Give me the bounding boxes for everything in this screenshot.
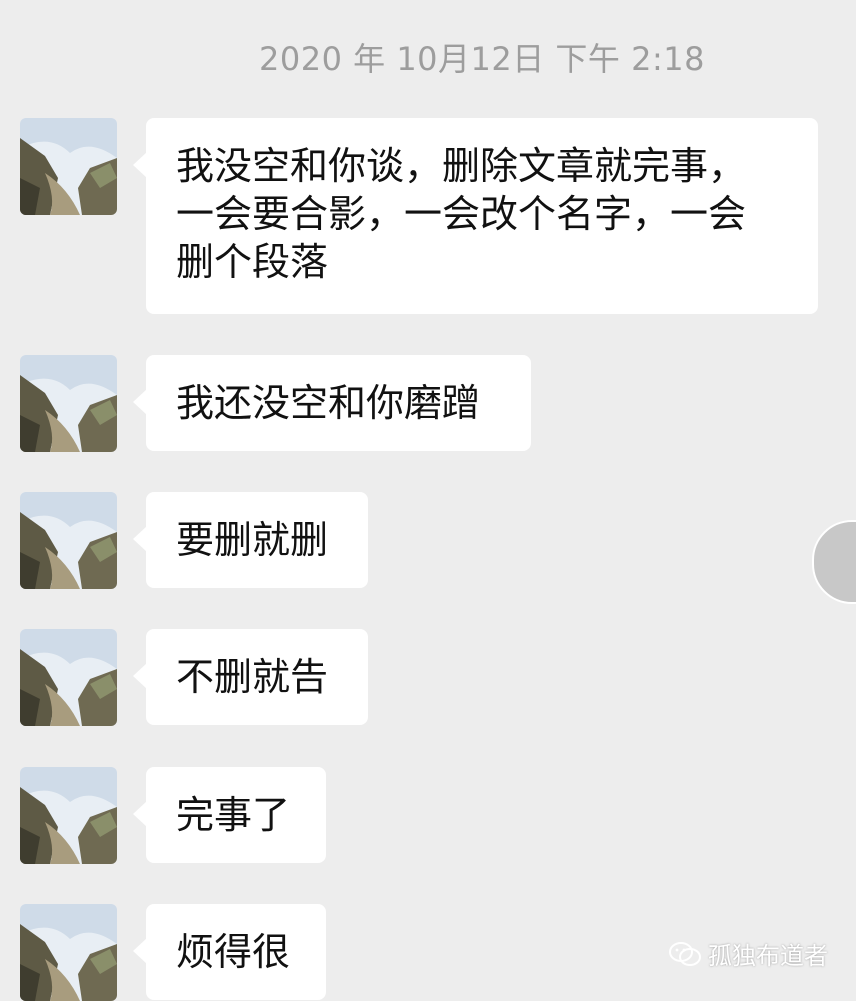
contact-avatar[interactable] (20, 492, 117, 589)
message-text: 我没空和你谈，删除文章就完事， 一会要合影，一会改个名字，一会 删个段落 (176, 144, 747, 284)
contact-avatar[interactable] (20, 355, 117, 452)
scroll-handle[interactable] (812, 520, 856, 604)
message-bubble[interactable]: 完事了 (133, 767, 326, 863)
contact-avatar[interactable] (20, 118, 117, 215)
message-text: 完事了 (176, 793, 291, 837)
wechat-icon (669, 941, 701, 966)
message-bubble[interactable]: 不删就告 (133, 629, 368, 725)
mountain-landscape-icon (20, 904, 117, 1001)
watermark: 孤独布道者 (668, 936, 828, 971)
mountain-landscape-icon (20, 355, 117, 452)
mountain-landscape-icon (20, 492, 117, 589)
message-bubble[interactable]: 烦得很 (133, 904, 326, 1000)
contact-avatar[interactable] (20, 629, 117, 726)
message-text: 烦得很 (176, 930, 291, 974)
message-bubble[interactable]: 要删就删 (133, 492, 368, 588)
contact-avatar[interactable] (20, 767, 117, 864)
message-text: 不删就告 (176, 655, 329, 699)
chat-timestamp: 2020 年 10月12日 下午 2:18 (259, 40, 705, 78)
message-text: 要删就删 (176, 518, 329, 562)
mountain-landscape-icon (20, 767, 117, 864)
mountain-landscape-icon (20, 629, 117, 726)
watermark-text: 孤独布道者 (708, 942, 828, 970)
contact-avatar[interactable] (20, 904, 117, 1001)
message-bubble[interactable]: 我没空和你谈，删除文章就完事， 一会要合影，一会改个名字，一会 删个段落 (133, 118, 818, 314)
mountain-landscape-icon (20, 118, 117, 215)
message-text: 我还没空和你磨蹭 (176, 381, 481, 425)
message-bubble[interactable]: 我还没空和你磨蹭 (133, 355, 531, 451)
